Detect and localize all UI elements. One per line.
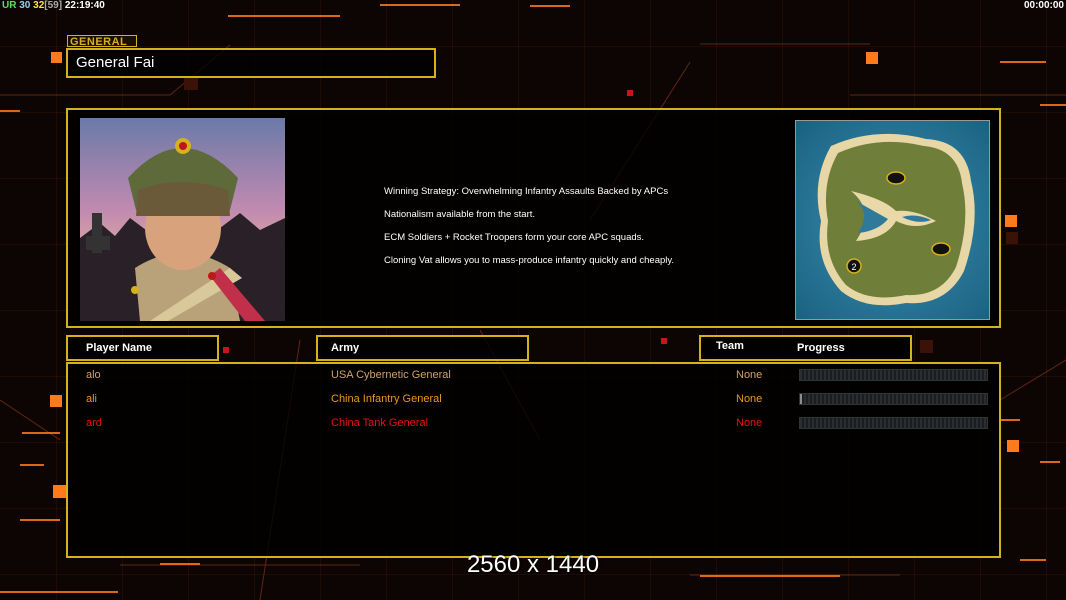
player-name: ali: [86, 393, 98, 405]
army-header: Army: [316, 335, 529, 361]
general-portrait: [80, 118, 285, 321]
progress-bar-fill: [800, 394, 802, 404]
resolution-overlay: 2560 x 1440: [466, 551, 600, 578]
team-header-label: Team: [716, 340, 744, 352]
general-name-title: General Fai: [66, 48, 436, 78]
strategy-line: ECM Soldiers + Rocket Troopers form your…: [384, 232, 645, 243]
strategy-line: Cloning Vat allows you to mass-produce i…: [384, 255, 675, 266]
progress-bar: [799, 369, 988, 381]
progress-bar: [799, 393, 988, 405]
hud-timer: 00:00:00: [1023, 0, 1064, 11]
table-row[interactable]: ard China Tank General None: [68, 413, 999, 437]
strategy-text: Winning Strategy: Overwhelming Infantry …: [384, 180, 674, 272]
hud-clock: 22:19:40: [64, 0, 105, 11]
player-army: China Tank General: [331, 417, 429, 429]
general-section-tag: GENERAL: [67, 35, 137, 48]
army-header-label: Army: [331, 342, 360, 354]
map-preview[interactable]: 2: [795, 120, 990, 320]
player-team: None: [736, 393, 763, 405]
players-table: alo USA Cybernetic General None ali Chin…: [66, 362, 1001, 558]
player-army: USA Cybernetic General: [331, 369, 451, 381]
hud-stat-b: 32: [33, 0, 45, 11]
player-team: None: [736, 417, 763, 429]
start-marker-number: 2: [851, 262, 856, 272]
progress-header-label: Progress: [797, 342, 845, 354]
player-army: China Infantry General: [331, 393, 442, 405]
team-progress-header: Team Progress: [699, 335, 912, 361]
strategy-line: Winning Strategy: Overwhelming Infantry …: [384, 186, 669, 197]
player-name-header-label: Player Name: [86, 342, 153, 354]
hud-stat-c: [59]: [44, 0, 63, 11]
strategy-line: Nationalism available from the start.: [384, 209, 536, 220]
table-row[interactable]: alo USA Cybernetic General None: [68, 365, 999, 389]
table-row[interactable]: ali China Infantry General None: [68, 389, 999, 413]
player-name-header: Player Name: [66, 335, 219, 361]
hud-ur: UR: [2, 0, 17, 11]
hud-stat-a: 30: [19, 0, 31, 11]
player-name: ard: [86, 417, 102, 429]
player-name: alo: [86, 369, 101, 381]
player-team: None: [736, 369, 763, 381]
hud-stats: UR 30 32[59] 22:19:40: [2, 0, 105, 11]
progress-bar: [799, 417, 988, 429]
general-info-panel: Winning Strategy: Overwhelming Infantry …: [66, 108, 1001, 328]
